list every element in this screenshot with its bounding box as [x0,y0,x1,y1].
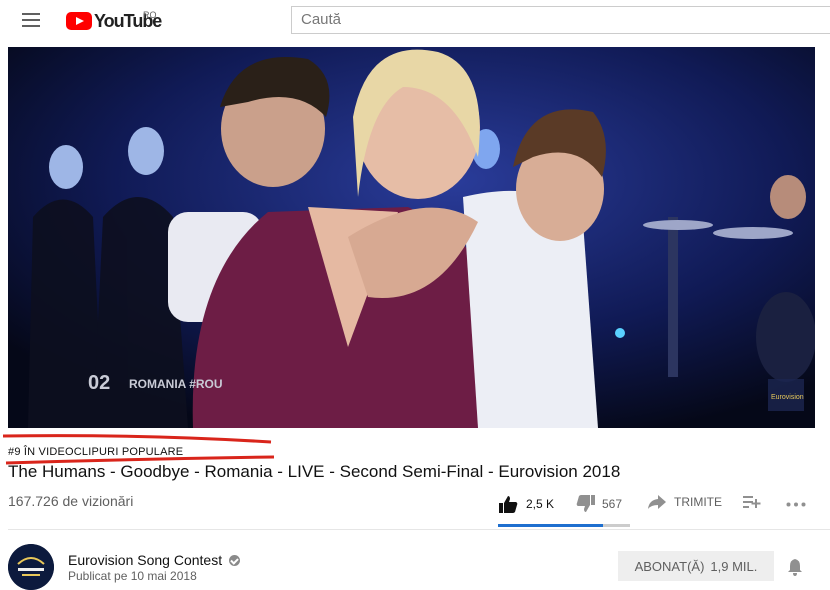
share-button[interactable]: TRIMITE [648,495,722,509]
publish-date: Publicat pe 10 mai 2018 [68,569,197,583]
like-ratio-bar [498,524,603,527]
subscriber-count: 1,9 MIL. [710,558,758,574]
overlay-number: 02 [88,372,110,394]
thumbs-down-icon [576,495,595,512]
like-button[interactable]: 2,5 K [498,495,554,513]
notification-bell-icon[interactable] [786,558,804,576]
overlay-country: ROMANIA #ROU [129,377,223,391]
search-input[interactable]: Caută [291,6,830,34]
channel-name-text: Eurovision Song Contest [68,552,223,568]
divider [8,529,830,530]
country-code: RO [143,10,157,20]
top-bar: YouTube RO Caută [0,0,830,40]
video-watermark: Eurovision [771,394,804,401]
youtube-play-icon [66,12,92,30]
view-count: 167.726 de vizionări [8,493,134,509]
subscribe-button[interactable]: ABONAT(Ă) 1,9 MIL. [618,551,774,581]
video-player[interactable]: 02 ROMANIA #ROU Eurovision [8,47,815,428]
playlist-add-icon [743,496,761,508]
subscribe-label: ABONAT(Ă) [634,558,705,574]
video-title: The Humans - Goodbye - Romania - LIVE - … [8,462,621,481]
channel-name[interactable]: Eurovision Song Contest [68,552,241,568]
channel-avatar[interactable] [8,544,54,590]
video-frame: 02 ROMANIA #ROU Eurovision [8,47,815,428]
like-count: 2,5 K [526,497,555,511]
more-actions-button[interactable] [786,502,806,507]
share-label: TRIMITE [674,495,722,509]
share-icon [648,495,666,509]
trending-label[interactable]: #9 ÎN VIDEOCLIPURI POPULARE [8,446,183,458]
search-placeholder: Caută [301,11,342,28]
verified-icon [229,554,241,566]
menu-icon[interactable] [22,13,40,27]
dislike-ratio-bar [603,524,630,527]
add-to-playlist-button[interactable] [743,495,761,509]
dislike-count: 567 [602,497,623,511]
eurovision-logo [8,544,54,590]
more-icon [786,502,806,507]
dislike-button[interactable]: 567 [576,495,622,513]
thumbs-up-icon [499,496,518,513]
